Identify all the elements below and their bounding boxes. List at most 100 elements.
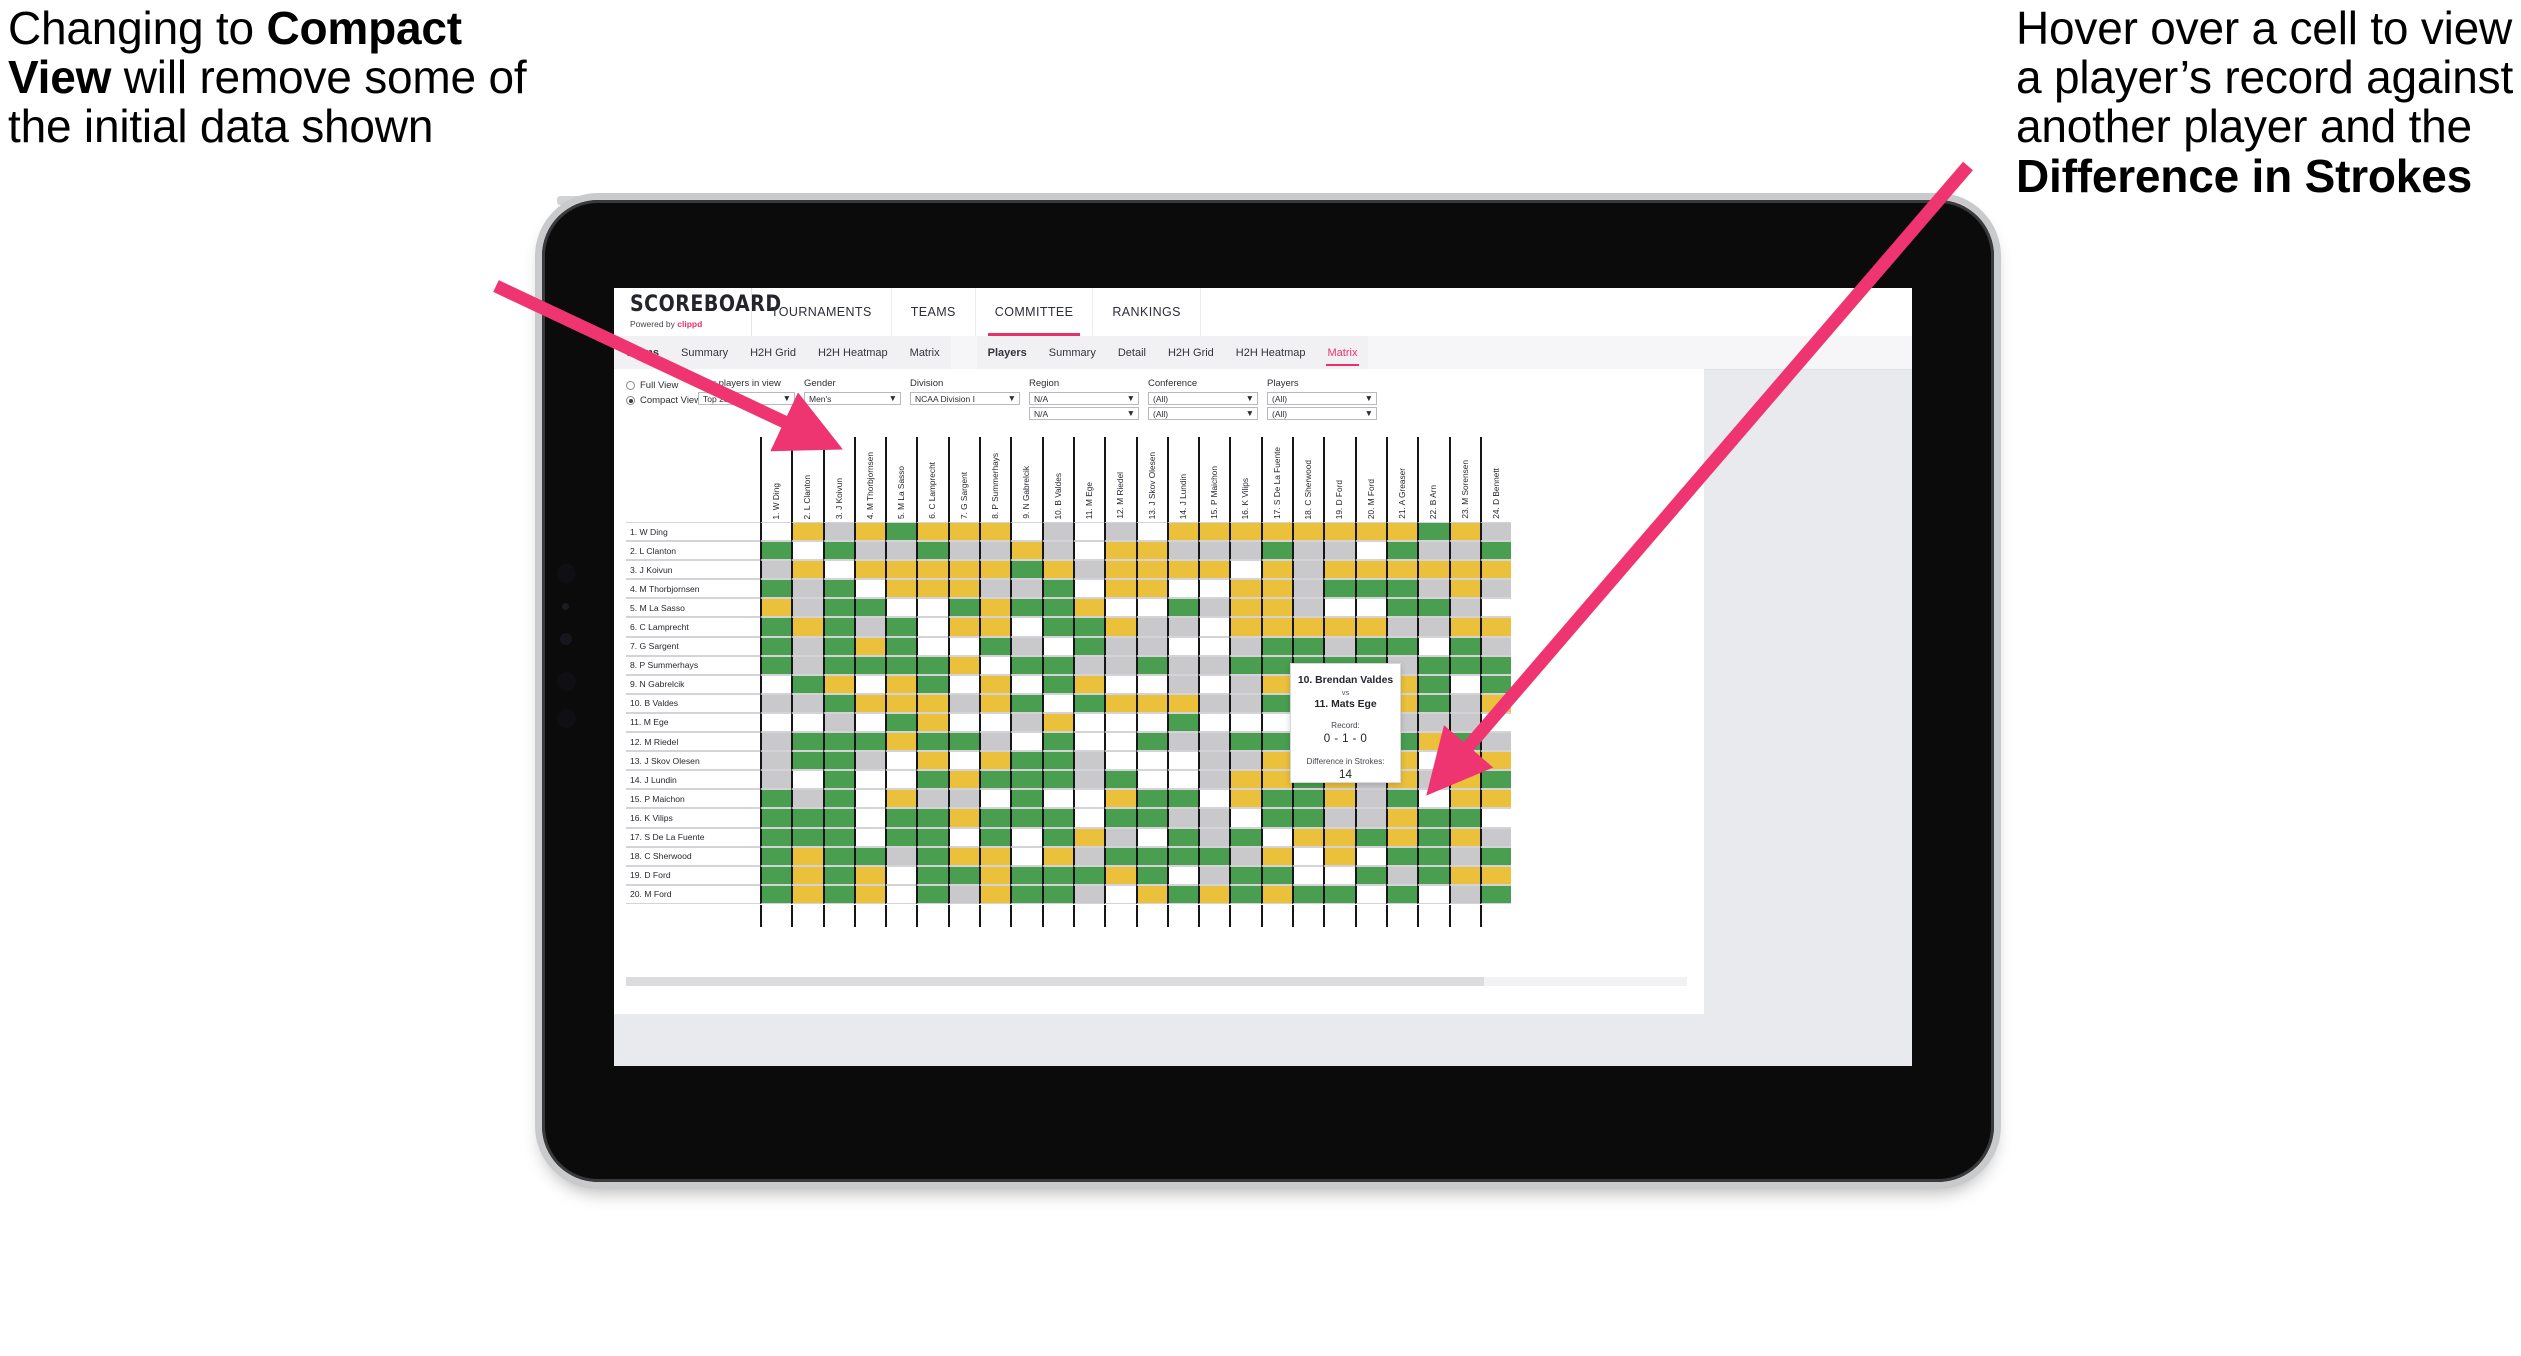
matrix-cell[interactable] xyxy=(1198,732,1230,752)
matrix-cell[interactable] xyxy=(947,674,980,694)
matrix-cell[interactable] xyxy=(1010,846,1042,866)
matrix-cell[interactable] xyxy=(1448,808,1480,828)
matrix-cell[interactable] xyxy=(1198,751,1230,771)
matrix-cell[interactable] xyxy=(947,693,980,713)
matrix-cell[interactable] xyxy=(947,598,980,618)
matrix-cell[interactable] xyxy=(1041,674,1073,694)
matrix-cell[interactable] xyxy=(1166,655,1199,675)
matrix-cell[interactable] xyxy=(1104,598,1136,618)
matrix-cell[interactable] xyxy=(916,674,948,694)
matrix-cell[interactable] xyxy=(1260,579,1293,599)
matrix-cell[interactable] xyxy=(1354,560,1386,580)
matrix-cell[interactable] xyxy=(885,522,917,542)
matrix-cell[interactable] xyxy=(1354,598,1386,618)
matrix-cell[interactable] xyxy=(1229,827,1261,847)
matrix-cell[interactable] xyxy=(1260,789,1293,809)
matrix-cell[interactable] xyxy=(1041,579,1073,599)
subnav-players[interactable]: Players xyxy=(977,336,1038,369)
matrix-cell[interactable] xyxy=(853,789,886,809)
matrix-cell[interactable] xyxy=(916,827,948,847)
matrix-cell[interactable] xyxy=(1417,579,1449,599)
matrix-cell[interactable] xyxy=(1104,712,1136,733)
matrix-cell[interactable] xyxy=(760,655,792,675)
matrix-cell[interactable] xyxy=(1041,560,1073,580)
matrix-cell[interactable] xyxy=(853,655,886,675)
matrix-cell[interactable] xyxy=(1135,617,1167,637)
matrix-cell[interactable] xyxy=(1292,789,1324,809)
matrix-cell[interactable] xyxy=(1198,808,1230,828)
matrix-cell[interactable] xyxy=(1166,732,1199,752)
matrix-cell[interactable] xyxy=(916,732,948,752)
matrix-cell[interactable] xyxy=(1010,827,1042,847)
matrix-cell[interactable] xyxy=(885,636,917,656)
matrix-cell[interactable] xyxy=(1072,636,1105,656)
matrix-cell[interactable] xyxy=(791,655,823,675)
matrix-cell[interactable] xyxy=(853,674,886,694)
matrix-cell[interactable] xyxy=(979,541,1011,561)
matrix-cell[interactable] xyxy=(1417,827,1449,847)
matrix-cell[interactable] xyxy=(1448,655,1480,675)
matrix-cell[interactable] xyxy=(1354,522,1386,542)
matrix-cell[interactable] xyxy=(791,751,823,771)
matrix-cell[interactable] xyxy=(979,827,1011,847)
matrix-cell[interactable] xyxy=(1104,655,1136,675)
radio-button-icon[interactable] xyxy=(626,381,635,390)
nav-teams[interactable]: TEAMS xyxy=(892,288,976,336)
matrix-cell[interactable] xyxy=(1385,560,1418,580)
matrix-cell[interactable] xyxy=(1104,751,1136,771)
matrix-cell[interactable] xyxy=(947,846,980,866)
matrix-cell[interactable] xyxy=(1354,808,1386,828)
matrix-cell[interactable] xyxy=(1260,865,1293,885)
matrix-cell[interactable] xyxy=(1479,827,1512,847)
matrix-cell[interactable] xyxy=(791,617,823,637)
matrix-cell[interactable] xyxy=(885,884,917,904)
subnav-players-h2h-heatmap[interactable]: H2H Heatmap xyxy=(1225,336,1317,369)
matrix-cell[interactable] xyxy=(1135,751,1167,771)
matrix-cell[interactable] xyxy=(1135,865,1167,885)
matrix-cell[interactable] xyxy=(1010,541,1042,561)
matrix-cell[interactable] xyxy=(1104,846,1136,866)
matrix-cell[interactable] xyxy=(1292,598,1324,618)
matrix-cell[interactable] xyxy=(1166,522,1199,542)
matrix-cell[interactable] xyxy=(979,789,1011,809)
matrix-cell[interactable] xyxy=(947,712,980,733)
scrollbar-thumb[interactable] xyxy=(626,977,1484,986)
matrix-cell[interactable] xyxy=(1323,541,1355,561)
matrix-cell[interactable] xyxy=(1292,579,1324,599)
matrix-cell[interactable] xyxy=(1354,865,1386,885)
matrix-cell[interactable] xyxy=(1072,693,1105,713)
matrix-cell[interactable] xyxy=(1354,789,1386,809)
matrix-cell[interactable] xyxy=(885,732,917,752)
matrix-cell[interactable] xyxy=(1479,674,1512,694)
matrix-cell[interactable] xyxy=(1135,884,1167,904)
matrix-cell[interactable] xyxy=(947,827,980,847)
matrix-cell[interactable] xyxy=(947,789,980,809)
matrix-cell[interactable] xyxy=(1135,808,1167,828)
matrix-cell[interactable] xyxy=(1041,732,1073,752)
matrix-cell[interactable] xyxy=(1323,808,1355,828)
matrix-cell[interactable] xyxy=(1010,674,1042,694)
matrix-cell[interactable] xyxy=(853,522,886,542)
matrix-cell[interactable] xyxy=(947,770,980,790)
matrix-cell[interactable] xyxy=(1166,560,1199,580)
matrix-cell[interactable] xyxy=(1104,827,1136,847)
matrix-cell[interactable] xyxy=(1010,865,1042,885)
matrix-cell[interactable] xyxy=(822,751,854,771)
matrix-cell[interactable] xyxy=(822,579,854,599)
matrix-cell[interactable] xyxy=(1010,579,1042,599)
subnav-players-detail[interactable]: Detail xyxy=(1107,336,1157,369)
matrix-cell[interactable] xyxy=(1010,636,1042,656)
matrix-cell[interactable] xyxy=(791,808,823,828)
matrix-cell[interactable] xyxy=(1417,636,1449,656)
matrix-cell[interactable] xyxy=(822,732,854,752)
matrix-cell[interactable] xyxy=(1417,541,1449,561)
matrix-cell[interactable] xyxy=(1166,827,1199,847)
radio-compact-view[interactable]: Compact View xyxy=(626,395,701,406)
subnav-teams-matrix[interactable]: Matrix xyxy=(899,336,951,369)
matrix-cell[interactable] xyxy=(979,865,1011,885)
matrix-cell[interactable] xyxy=(791,560,823,580)
matrix-cell[interactable] xyxy=(1292,541,1324,561)
matrix-cell[interactable] xyxy=(916,884,948,904)
matrix-cell[interactable] xyxy=(885,560,917,580)
matrix-cell[interactable] xyxy=(1385,884,1418,904)
